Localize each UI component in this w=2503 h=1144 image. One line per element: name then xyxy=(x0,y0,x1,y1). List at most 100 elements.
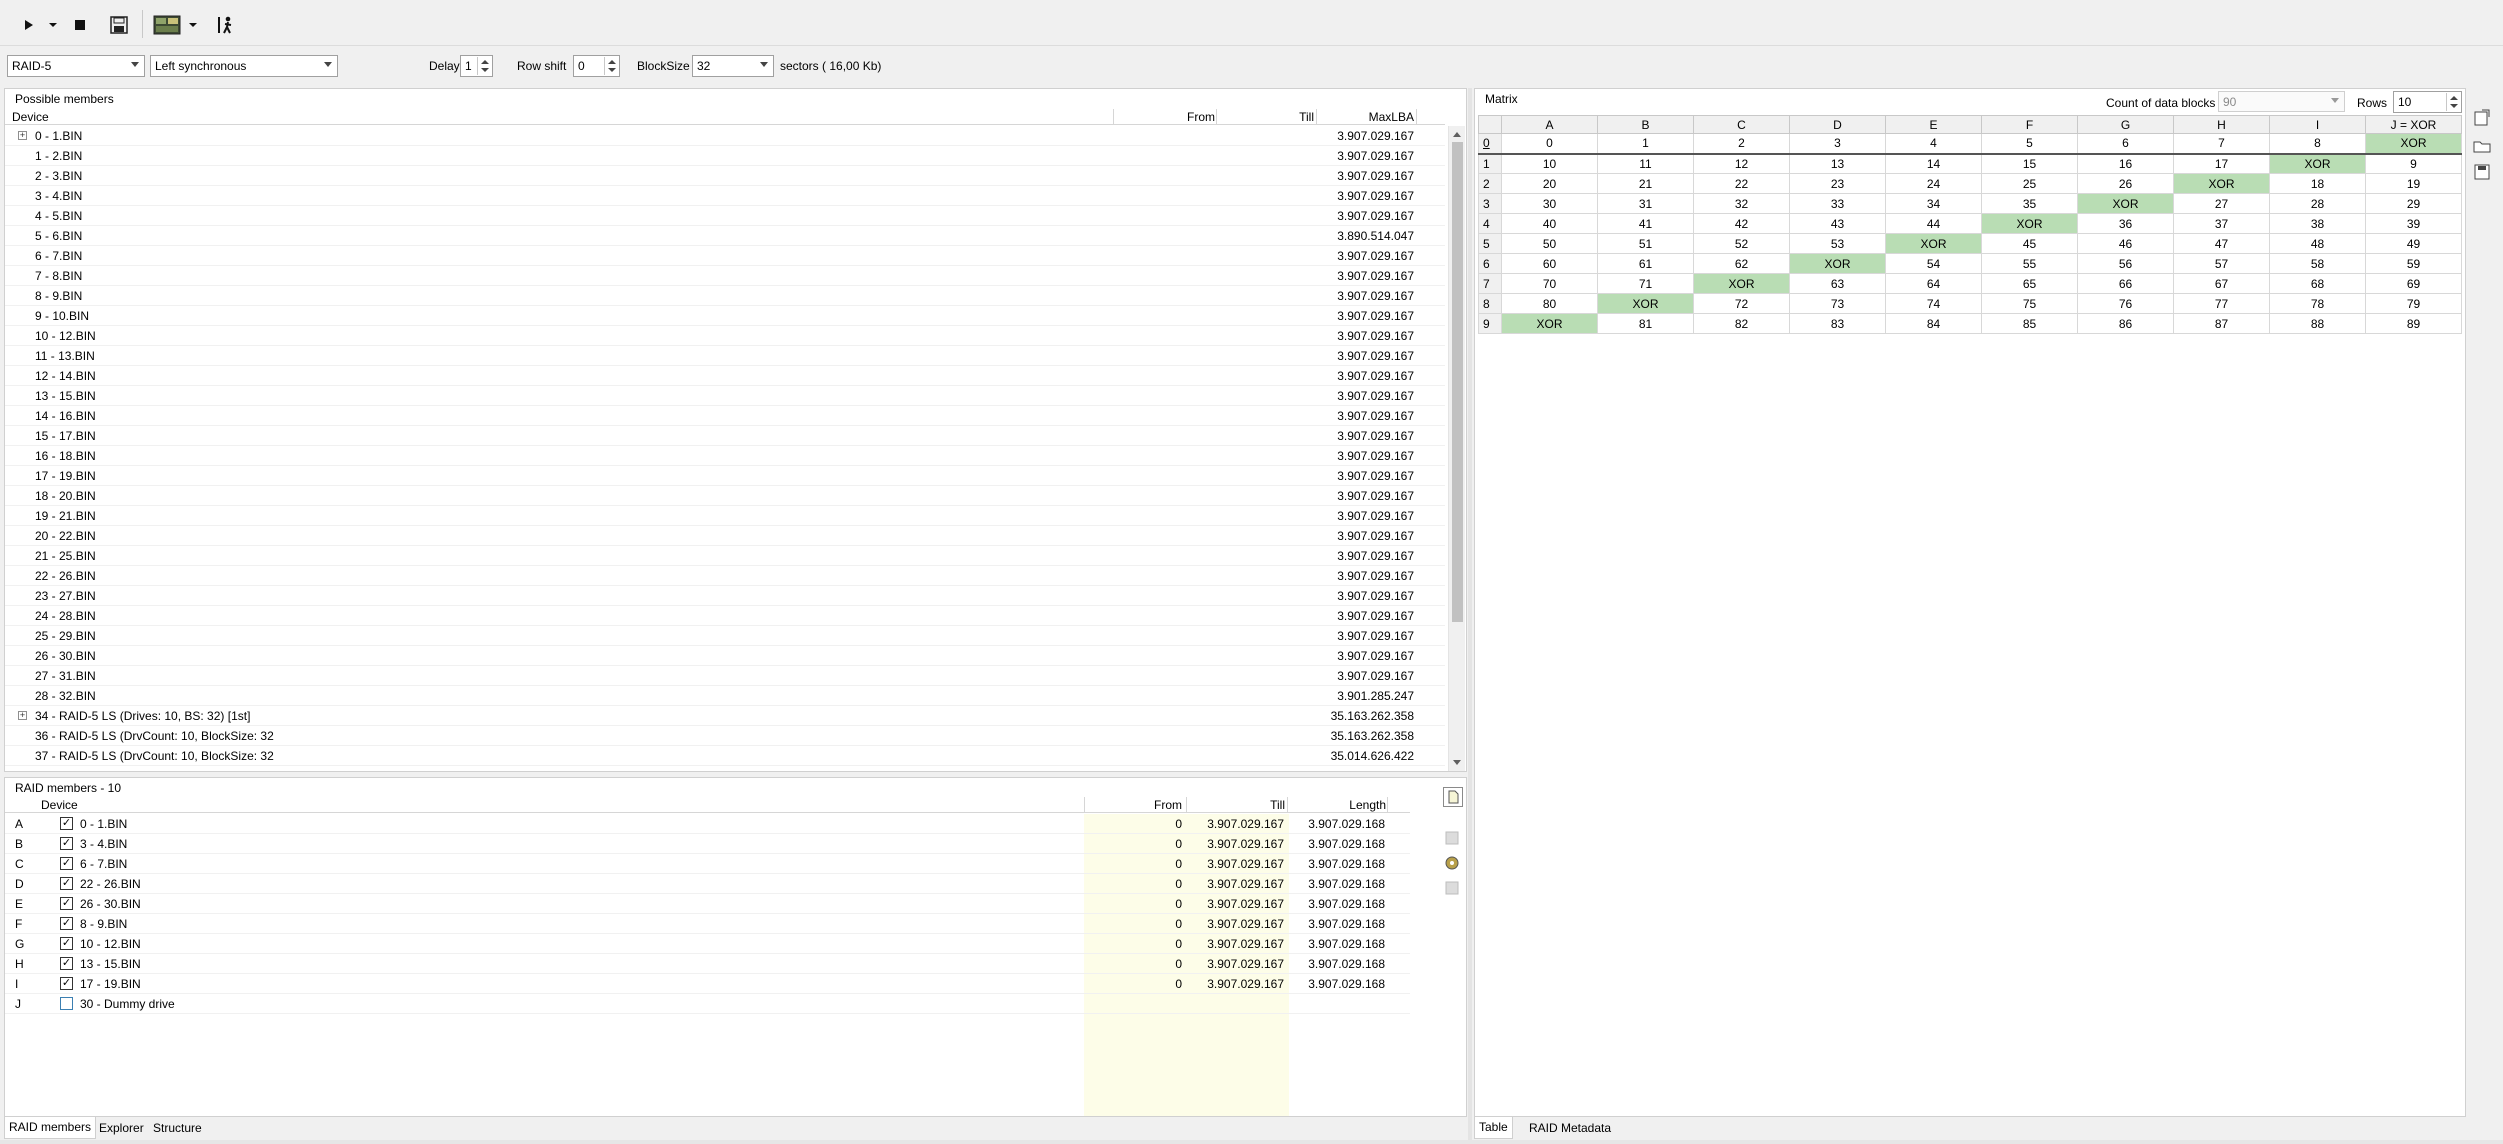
table-row[interactable]: E ✓ 26 - 30.BIN 0 3.907.029.167 3.907.029.168 xyxy=(5,894,1410,914)
list-item[interactable]: 21 - 25.BIN 3.907.029.167 xyxy=(5,546,1445,566)
data-block-cell[interactable]: 4 xyxy=(1885,133,1982,155)
data-block-cell[interactable]: 55 xyxy=(1981,253,2078,274)
dropdown-arrow-icon[interactable] xyxy=(186,12,200,38)
data-block-cell[interactable]: 61 xyxy=(1597,253,1694,274)
tab-raid-metadata[interactable]: RAID Metadata xyxy=(1524,1117,1616,1139)
data-block-cell[interactable]: 39 xyxy=(2365,213,2462,234)
matrix-column-header[interactable]: B xyxy=(1597,115,1694,134)
column-header-till[interactable]: Till xyxy=(1188,798,1285,812)
list-item[interactable]: 8 - 9.BIN 3.907.029.167 xyxy=(5,286,1445,306)
data-block-cell[interactable]: 65 xyxy=(1981,273,2078,294)
parity-cell[interactable]: XOR xyxy=(1597,293,1694,314)
list-item[interactable]: 20 - 22.BIN 3.907.029.167 xyxy=(5,526,1445,546)
data-block-cell[interactable]: 88 xyxy=(2269,313,2366,334)
parity-cell[interactable]: XOR xyxy=(2077,193,2174,214)
rows-spinner[interactable]: 10 xyxy=(2393,91,2462,113)
list-item[interactable]: 6 - 7.BIN 3.907.029.167 xyxy=(5,246,1445,266)
data-block-cell[interactable]: 48 xyxy=(2269,233,2366,254)
table-row[interactable]: B ✓ 3 - 4.BIN 0 3.907.029.167 3.907.029.168 xyxy=(5,834,1410,854)
matrix-column-header[interactable]: E xyxy=(1885,115,1982,134)
data-block-cell[interactable]: 29 xyxy=(2365,193,2462,214)
list-item[interactable]: 25 - 29.BIN 3.907.029.167 xyxy=(5,626,1445,646)
matrix-column-header[interactable]: D xyxy=(1789,115,1886,134)
member-checkbox[interactable]: ✓ xyxy=(60,877,73,890)
tab-raid-members[interactable]: RAID members xyxy=(4,1117,97,1139)
data-block-cell[interactable]: 8 xyxy=(2269,133,2366,155)
open-folder-icon[interactable] xyxy=(2472,136,2492,156)
tab-structure[interactable]: Structure xyxy=(148,1117,207,1139)
column-header-device[interactable]: Device xyxy=(12,110,49,124)
member-checkbox[interactable]: ✓ xyxy=(60,957,73,970)
data-block-cell[interactable]: 9 xyxy=(2365,153,2462,174)
data-block-cell[interactable]: 43 xyxy=(1789,213,1886,234)
column-header-length[interactable]: Length xyxy=(1289,798,1386,812)
data-block-cell[interactable]: 1 xyxy=(1597,133,1694,155)
data-block-cell[interactable]: 31 xyxy=(1597,193,1694,214)
data-block-cell[interactable]: 20 xyxy=(1501,173,1598,194)
dropdown-arrow-icon[interactable] xyxy=(46,12,60,38)
list-item[interactable]: 37 - RAID-5 LS (DrvCount: 10, BlockSize:… xyxy=(5,746,1445,766)
data-block-cell[interactable]: 21 xyxy=(1597,173,1694,194)
data-block-cell[interactable]: 41 xyxy=(1597,213,1694,234)
member-checkbox[interactable]: ✓ xyxy=(60,817,73,830)
data-block-cell[interactable]: 46 xyxy=(2077,233,2174,254)
data-block-cell[interactable]: 18 xyxy=(2269,173,2366,194)
list-item[interactable]: 17 - 19.BIN 3.907.029.167 xyxy=(5,466,1445,486)
list-item[interactable]: 27 - 31.BIN 3.907.029.167 xyxy=(5,666,1445,686)
data-block-cell[interactable]: 45 xyxy=(1981,233,2078,254)
new-document-icon[interactable] xyxy=(1443,787,1463,807)
save-icon[interactable] xyxy=(108,12,130,38)
panel-splitter[interactable] xyxy=(1468,88,1472,1140)
data-block-cell[interactable]: 78 xyxy=(2269,293,2366,314)
data-block-cell[interactable]: 26 xyxy=(2077,173,2174,194)
parity-cell[interactable]: XOR xyxy=(1789,253,1886,274)
data-block-cell[interactable]: 57 xyxy=(2173,253,2270,274)
data-block-cell[interactable]: 14 xyxy=(1885,153,1982,174)
data-block-cell[interactable]: 73 xyxy=(1789,293,1886,314)
data-block-cell[interactable]: 59 xyxy=(2365,253,2462,274)
data-block-cell[interactable]: 62 xyxy=(1693,253,1790,274)
data-block-cell[interactable]: 37 xyxy=(2173,213,2270,234)
table-row[interactable]: H ✓ 13 - 15.BIN 0 3.907.029.167 3.907.029.168 xyxy=(5,954,1410,974)
spinner-arrows-icon[interactable] xyxy=(477,57,491,75)
data-block-cell[interactable]: 25 xyxy=(1981,173,2078,194)
data-block-cell[interactable]: 52 xyxy=(1693,233,1790,254)
table-row[interactable]: F ✓ 8 - 9.BIN 0 3.907.029.167 3.907.029.168 xyxy=(5,914,1410,934)
data-block-cell[interactable]: 70 xyxy=(1501,273,1598,294)
column-header-till[interactable]: Till xyxy=(1218,110,1314,124)
list-item[interactable]: 28 - 32.BIN 3.901.285.247 xyxy=(5,686,1445,706)
list-item[interactable]: 3 - 4.BIN 3.907.029.167 xyxy=(5,186,1445,206)
parity-cell[interactable]: XOR xyxy=(1885,233,1982,254)
save-to-disk-icon[interactable] xyxy=(2472,162,2492,182)
row-shift-spinner[interactable]: 0 xyxy=(573,55,620,77)
raid-type-select[interactable]: RAID-5 xyxy=(7,55,145,77)
data-block-cell[interactable]: 5 xyxy=(1981,133,2078,155)
member-checkbox[interactable]: ✓ xyxy=(60,837,73,850)
data-block-cell[interactable]: 67 xyxy=(2173,273,2270,294)
scroll-up-icon[interactable] xyxy=(1453,132,1461,137)
spinner-arrows-icon[interactable] xyxy=(2446,93,2460,111)
column-header-from[interactable]: From xyxy=(1133,110,1215,124)
data-block-cell[interactable]: 81 xyxy=(1597,313,1694,334)
expand-icon[interactable]: + xyxy=(18,711,27,720)
data-block-cell[interactable]: 63 xyxy=(1789,273,1886,294)
member-checkbox[interactable]: ✓ xyxy=(60,977,73,990)
data-block-cell[interactable]: 49 xyxy=(2365,233,2462,254)
matrix-column-header[interactable]: J = XOR xyxy=(2365,115,2462,134)
data-block-cell[interactable]: 76 xyxy=(2077,293,2174,314)
member-checkbox[interactable]: ✓ xyxy=(60,897,73,910)
parity-cell[interactable]: XOR xyxy=(1981,213,2078,234)
list-item[interactable]: 19 - 21.BIN 3.907.029.167 xyxy=(5,506,1445,526)
matrix-column-header[interactable]: C xyxy=(1693,115,1790,134)
list-item[interactable]: 12 - 14.BIN 3.907.029.167 xyxy=(5,366,1445,386)
list-item[interactable]: 15 - 17.BIN 3.907.029.167 xyxy=(5,426,1445,446)
data-block-cell[interactable]: 16 xyxy=(2077,153,2174,174)
column-header-device[interactable]: Device xyxy=(41,798,78,812)
data-block-cell[interactable]: 47 xyxy=(2173,233,2270,254)
data-block-cell[interactable]: 80 xyxy=(1501,293,1598,314)
data-block-cell[interactable]: 34 xyxy=(1885,193,1982,214)
list-item[interactable]: 4 - 5.BIN 3.907.029.167 xyxy=(5,206,1445,226)
data-block-cell[interactable]: 11 xyxy=(1597,153,1694,174)
data-block-cell[interactable]: 15 xyxy=(1981,153,2078,174)
tab-table[interactable]: Table xyxy=(1474,1117,1513,1139)
